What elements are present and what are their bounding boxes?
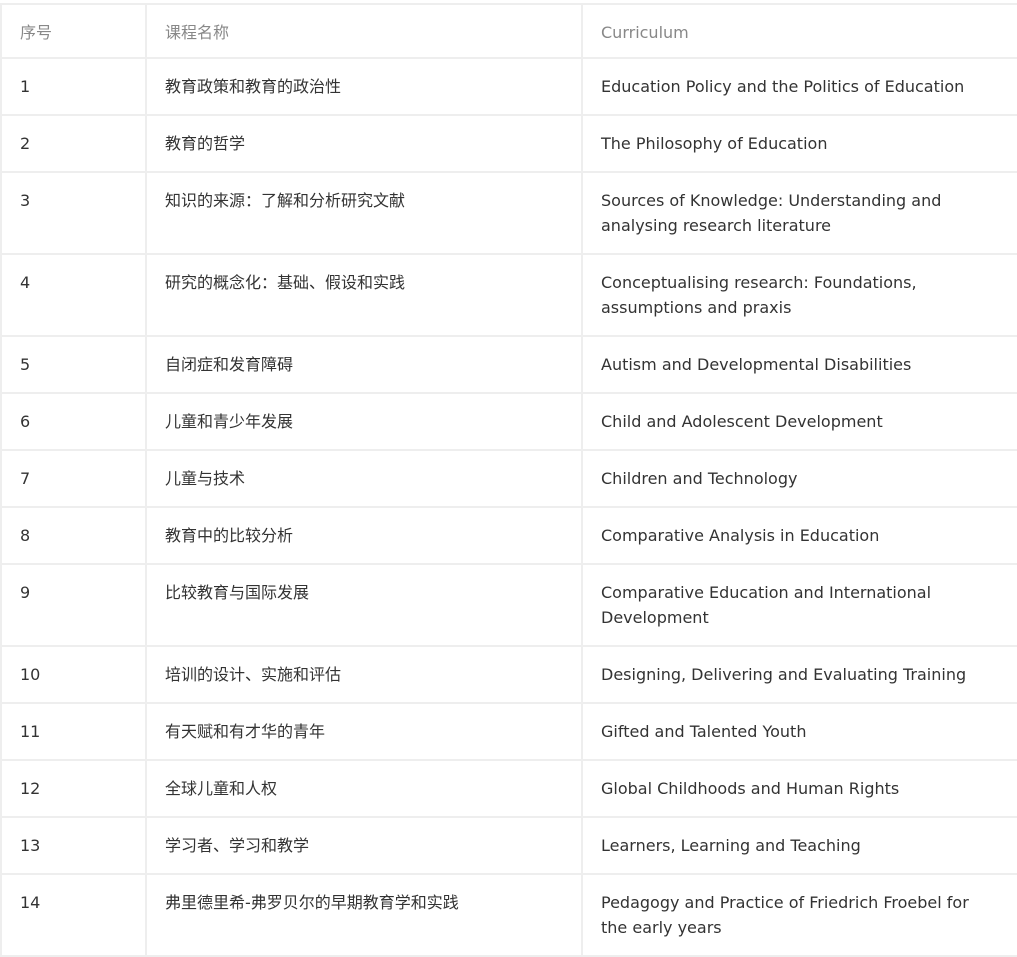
row-curriculum: Global Childhoods and Human Rights	[581, 759, 1017, 818]
header-index: 序号	[0, 3, 147, 59]
row-index: 9	[0, 563, 147, 647]
row-index: 11	[0, 702, 147, 761]
row-course-name: 培训的设计、实施和评估	[145, 645, 583, 704]
table-row: 13 学习者、学习和教学 Learners, Learning and Teac…	[0, 816, 1017, 875]
row-course-name: 知识的来源：了解和分析研究文献	[145, 171, 583, 255]
table-row: 1 教育政策和教育的政治性 Education Policy and the P…	[0, 57, 1017, 116]
row-index: 6	[0, 392, 147, 451]
row-index: 13	[0, 816, 147, 875]
row-course-name: 研究的概念化：基础、假设和实践	[145, 253, 583, 337]
row-course-name: 教育中的比较分析	[145, 506, 583, 565]
row-curriculum: Sources of Knowledge: Understanding and …	[581, 171, 1017, 255]
row-course-name: 弗里德里希-弗罗贝尔的早期教育学和实践	[145, 873, 583, 957]
row-course-name: 儿童与技术	[145, 449, 583, 508]
row-course-name: 有天赋和有才华的青年	[145, 702, 583, 761]
table-row: 11 有天赋和有才华的青年 Gifted and Talented Youth	[0, 702, 1017, 761]
table-row: 9 比较教育与国际发展 Comparative Education and In…	[0, 563, 1017, 647]
row-index: 14	[0, 873, 147, 957]
row-curriculum: Pedagogy and Practice of Friedrich Froeb…	[581, 873, 1017, 957]
row-curriculum: Education Policy and the Politics of Edu…	[581, 57, 1017, 116]
header-curriculum: Curriculum	[581, 3, 1017, 59]
table-row: 10 培训的设计、实施和评估 Designing, Delivering and…	[0, 645, 1017, 704]
table-row: 12 全球儿童和人权 Global Childhoods and Human R…	[0, 759, 1017, 818]
table-row: 5 自闭症和发育障碍 Autism and Developmental Disa…	[0, 335, 1017, 394]
row-course-name: 教育政策和教育的政治性	[145, 57, 583, 116]
table-row: 8 教育中的比较分析 Comparative Analysis in Educa…	[0, 506, 1017, 565]
row-curriculum: Comparative Education and International …	[581, 563, 1017, 647]
table-row: 3 知识的来源：了解和分析研究文献 Sources of Knowledge: …	[0, 171, 1017, 255]
row-course-name: 学习者、学习和教学	[145, 816, 583, 875]
row-curriculum: Gifted and Talented Youth	[581, 702, 1017, 761]
row-index: 10	[0, 645, 147, 704]
table-row: 4 研究的概念化：基础、假设和实践 Conceptualising resear…	[0, 253, 1017, 337]
row-curriculum: Learners, Learning and Teaching	[581, 816, 1017, 875]
row-curriculum: The Philosophy of Education	[581, 114, 1017, 173]
row-index: 8	[0, 506, 147, 565]
row-index: 12	[0, 759, 147, 818]
table-header-row: 序号 课程名称 Curriculum	[0, 3, 1017, 59]
table-row: 2 教育的哲学 The Philosophy of Education	[0, 114, 1017, 173]
table-row: 6 儿童和青少年发展 Child and Adolescent Developm…	[0, 392, 1017, 451]
row-curriculum: Child and Adolescent Development	[581, 392, 1017, 451]
row-index: 2	[0, 114, 147, 173]
table-row: 14 弗里德里希-弗罗贝尔的早期教育学和实践 Pedagogy and Prac…	[0, 873, 1017, 957]
table-row: 7 儿童与技术 Children and Technology	[0, 449, 1017, 508]
row-index: 1	[0, 57, 147, 116]
row-course-name: 全球儿童和人权	[145, 759, 583, 818]
row-course-name: 儿童和青少年发展	[145, 392, 583, 451]
row-curriculum: Children and Technology	[581, 449, 1017, 508]
row-index: 4	[0, 253, 147, 337]
row-course-name: 自闭症和发育障碍	[145, 335, 583, 394]
curriculum-table: 序号 课程名称 Curriculum 1 教育政策和教育的政治性 Educati…	[0, 3, 1017, 957]
row-index: 5	[0, 335, 147, 394]
row-curriculum: Comparative Analysis in Education	[581, 506, 1017, 565]
row-index: 7	[0, 449, 147, 508]
row-curriculum: Conceptualising research: Foundations, a…	[581, 253, 1017, 337]
row-course-name: 教育的哲学	[145, 114, 583, 173]
row-index: 3	[0, 171, 147, 255]
row-curriculum: Autism and Developmental Disabilities	[581, 335, 1017, 394]
header-course-name: 课程名称	[145, 3, 583, 59]
row-curriculum: Designing, Delivering and Evaluating Tra…	[581, 645, 1017, 704]
row-course-name: 比较教育与国际发展	[145, 563, 583, 647]
